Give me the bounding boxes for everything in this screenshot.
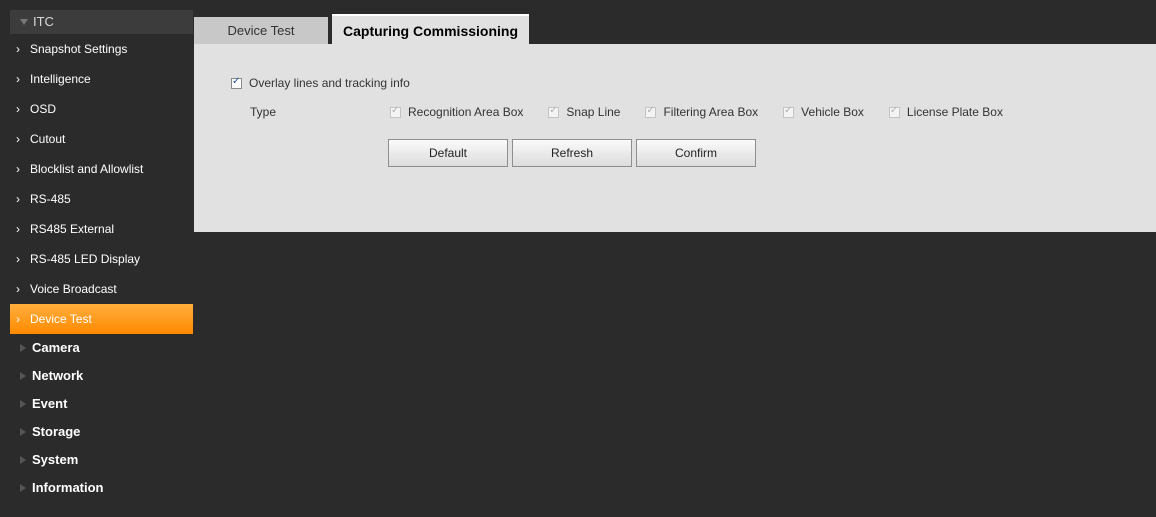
chevron-right-icon: ›	[16, 222, 20, 236]
snap-line-checkbox[interactable]	[548, 105, 560, 118]
triangle-right-icon	[20, 372, 26, 380]
chevron-right-icon: ›	[16, 192, 20, 206]
sidebar-item-label: Intelligence	[30, 72, 91, 86]
refresh-button[interactable]: Refresh	[512, 139, 632, 167]
triangle-down-icon	[20, 19, 28, 25]
sidebar-item-rs485-external[interactable]: › RS485 External	[10, 214, 193, 244]
sidebar-item-voice-broadcast[interactable]: › Voice Broadcast	[10, 274, 193, 304]
sidebar-item-label: OSD	[30, 102, 57, 116]
sidebar-section-label: System	[32, 452, 79, 467]
vehicle-box-checkbox[interactable]	[783, 105, 795, 118]
chevron-right-icon: ›	[16, 72, 20, 86]
sidebar-item-label: Voice Broadcast	[30, 282, 117, 296]
sidebar-section-label: Storage	[32, 424, 81, 439]
chevron-right-icon: ›	[16, 252, 20, 266]
sidebar-section-camera[interactable]: Camera	[10, 334, 193, 362]
sidebar-item-rs485[interactable]: › RS-485	[10, 184, 193, 214]
triangle-right-icon	[20, 428, 26, 436]
sidebar-section-label: Information	[32, 480, 104, 495]
sidebar-item-blocklist-allowlist[interactable]: › Blocklist and Allowlist	[10, 154, 193, 184]
option-label: Snap Line	[566, 105, 621, 119]
triangle-right-icon	[20, 484, 26, 492]
chevron-right-icon: ›	[16, 282, 20, 296]
sidebar-section-label: Network	[32, 368, 84, 383]
sidebar-item-label: Snapshot Settings	[30, 42, 128, 56]
option-filtering-area-box: Filtering Area Box	[645, 105, 758, 119]
option-label: License Plate Box	[906, 105, 1003, 119]
sidebar-item-label: Blocklist and Allowlist	[30, 162, 144, 176]
option-label: Filtering Area Box	[663, 105, 759, 119]
option-label: Recognition Area Box	[408, 105, 524, 119]
chevron-right-icon: ›	[16, 42, 20, 56]
sidebar-item-label: RS-485	[30, 192, 71, 206]
sidebar-section-network[interactable]: Network	[10, 362, 193, 390]
sidebar-item-label: Device Test	[30, 312, 92, 326]
chevron-right-icon: ›	[16, 102, 20, 116]
chevron-right-icon: ›	[16, 312, 20, 326]
overlay-label: Overlay lines and tracking info	[249, 76, 410, 90]
default-button[interactable]: Default	[388, 139, 508, 167]
sidebar-item-rs485-led-display[interactable]: › RS-485 LED Display	[10, 244, 193, 274]
sidebar-section-storage[interactable]: Storage	[10, 418, 193, 446]
chevron-right-icon: ›	[16, 132, 20, 146]
sidebar-section-itc[interactable]: ITC	[10, 10, 193, 34]
tab-bar: Device Test Capturing Commissioning	[194, 10, 1156, 46]
type-label: Type	[250, 105, 277, 119]
sidebar-section-label: Event	[32, 396, 68, 411]
filtering-area-box-checkbox[interactable]	[645, 105, 657, 118]
sidebar-item-device-test[interactable]: › Device Test	[10, 304, 193, 334]
sidebar-section-event[interactable]: Event	[10, 390, 193, 418]
confirm-button[interactable]: Confirm	[636, 139, 756, 167]
sidebar-nav: ITC › Snapshot Settings › Intelligence › OS…	[10, 10, 193, 517]
type-options: Recognition Area Box Snap Line Filtering…	[390, 105, 1028, 119]
sidebar-item-label: RS-485 LED Display	[30, 252, 141, 266]
sidebar-section-label: Camera	[32, 340, 80, 355]
recognition-area-box-checkbox[interactable]	[390, 105, 401, 118]
content-panel: Device Test Capturing Commissioning Over…	[194, 10, 1156, 232]
sidebar-item-osd[interactable]: › OSD	[10, 94, 193, 124]
option-license-plate-box: License Plate Box	[888, 105, 1003, 119]
overlay-checkbox[interactable]	[231, 76, 242, 89]
sidebar-item-snapshot-settings[interactable]: › Snapshot Settings	[10, 34, 193, 64]
option-label: Vehicle Box	[801, 105, 864, 119]
sidebar-item-label: RS485 External	[30, 222, 115, 236]
sidebar-section-label: ITC	[33, 14, 54, 29]
triangle-right-icon	[20, 344, 26, 352]
triangle-right-icon	[20, 400, 26, 408]
triangle-right-icon	[20, 456, 26, 464]
tab-capturing-commissioning[interactable]: Capturing Commissioning	[332, 14, 529, 46]
sidebar-item-label: Cutout	[30, 132, 66, 146]
chevron-right-icon: ›	[16, 162, 20, 176]
sidebar-section-system[interactable]: System	[10, 446, 193, 474]
sidebar-item-intelligence[interactable]: › Intelligence	[10, 64, 193, 94]
overlay-row: Overlay lines and tracking info	[231, 76, 410, 90]
option-snap-line: Snap Line	[548, 105, 620, 119]
license-plate-box-checkbox[interactable]	[888, 105, 900, 118]
tab-device-test[interactable]: Device Test	[194, 17, 328, 44]
sidebar-item-cutout[interactable]: › Cutout	[10, 124, 193, 154]
option-recognition-area-box: Recognition Area Box	[390, 105, 523, 119]
sidebar-section-information[interactable]: Information	[10, 474, 193, 502]
option-vehicle-box: Vehicle Box	[783, 105, 864, 119]
